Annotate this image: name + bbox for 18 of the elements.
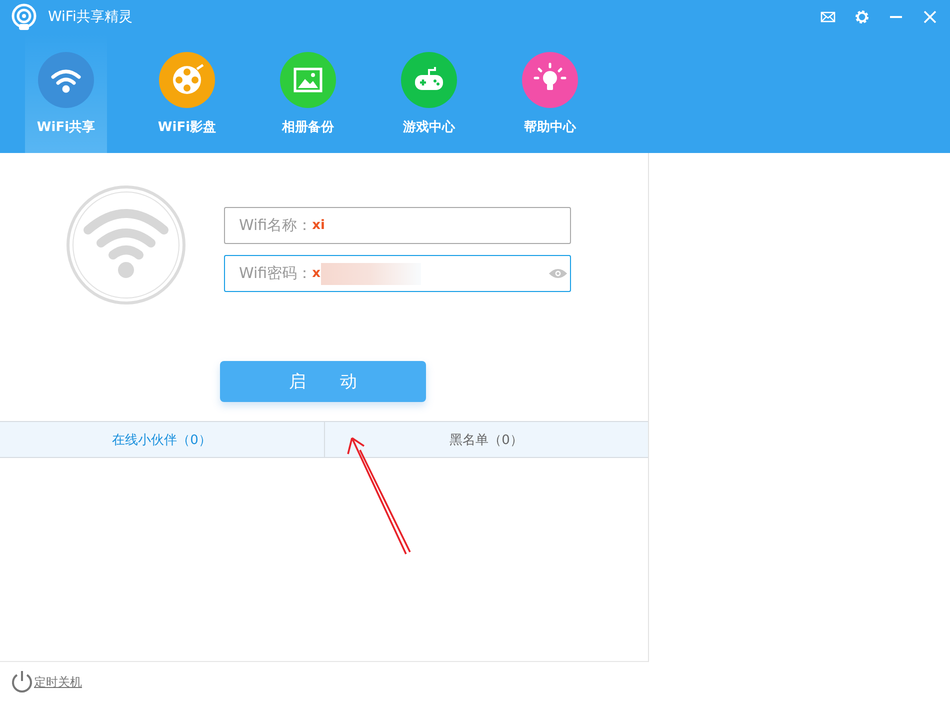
settings-icon[interactable] xyxy=(854,9,870,25)
list-tab[interactable]: 黑名单（0） xyxy=(324,422,648,457)
start-button[interactable]: 启 动 xyxy=(220,361,426,402)
nav-tab[interactable]: 相册备份 xyxy=(267,34,349,153)
shutdown-timer-link[interactable]: 定时关机 xyxy=(34,674,82,690)
nav-tab[interactable]: 游戏中心 xyxy=(388,34,470,153)
wifi-icon xyxy=(66,185,186,305)
nav-tab[interactable]: WiFi影盘 xyxy=(146,34,228,153)
window-title: WiFi共享精灵 xyxy=(48,8,132,26)
nav-tab[interactable]: 帮助中心 xyxy=(509,34,591,153)
close-icon[interactable] xyxy=(922,9,938,25)
power-icon[interactable] xyxy=(10,670,34,694)
mail-icon[interactable] xyxy=(820,9,836,25)
app-logo-icon xyxy=(10,3,38,31)
list-tab[interactable]: 在线小伙伴（0） xyxy=(0,422,324,457)
eye-icon[interactable] xyxy=(548,267,568,280)
wifi-password-field[interactable]: Wifi密码：x xyxy=(224,255,571,292)
wifi-name-field[interactable]: Wifi名称：xi xyxy=(224,207,571,244)
